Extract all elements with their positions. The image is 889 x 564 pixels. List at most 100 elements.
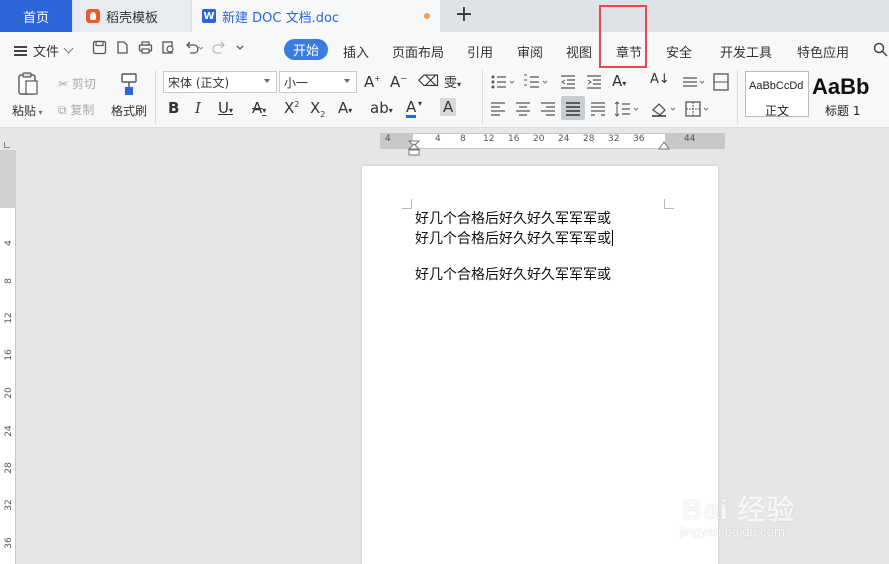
copy-label: 复制	[70, 103, 95, 117]
change-case-icon[interactable]: A▾	[612, 72, 626, 90]
menu-references[interactable]: 引用	[467, 42, 493, 61]
format-painter-button[interactable]: 格式刷	[111, 102, 147, 119]
export-pdf-icon[interactable]	[115, 40, 130, 55]
strikethrough-button[interactable]: A▾	[252, 99, 266, 117]
shading-icon[interactable]	[650, 101, 678, 117]
phonetic-guide-icon[interactable]: 雯▾	[444, 72, 461, 91]
crop-mark-left	[402, 199, 412, 209]
indent-marker-icon[interactable]	[408, 140, 420, 156]
tab-home[interactable]: 首页	[0, 0, 72, 32]
ruler-tick: 12	[4, 312, 14, 324]
ruler-tick: 20	[4, 387, 14, 399]
ruler-tick: 8	[460, 134, 466, 144]
ruler-tick: 4	[385, 134, 391, 144]
ruler-tick: 24	[558, 134, 570, 144]
ruler-tick: 28	[4, 462, 14, 474]
align-left-icon[interactable]	[490, 101, 506, 117]
cut-button[interactable]: ✂ 剪切	[58, 75, 96, 92]
format-painter-icon[interactable]	[118, 72, 140, 96]
clear-format-icon[interactable]: ⌫	[418, 72, 439, 90]
quick-access-toolbar	[92, 40, 245, 55]
ruler-tick: 16	[508, 134, 520, 144]
borders-icon[interactable]	[685, 101, 713, 117]
document-paragraph[interactable]: 好几个合格后好久好久军军军或	[415, 264, 611, 284]
right-indent-marker-icon[interactable]	[658, 140, 670, 150]
tab-document[interactable]: W 新建 DOC 文档.doc	[192, 0, 440, 32]
font-color-dropdown-icon[interactable]: ▾	[418, 99, 422, 108]
bold-button[interactable]: B	[168, 99, 179, 117]
justify-icon[interactable]	[565, 101, 581, 117]
cut-label: 剪切	[71, 77, 96, 91]
ruler-tick: 4	[4, 240, 14, 246]
bullet-list-icon[interactable]	[490, 74, 516, 90]
style-heading1-sample[interactable]: AaBb	[812, 74, 869, 100]
highlight-color-button[interactable]: ab▾	[370, 99, 393, 117]
font-size-select[interactable]: 小一	[279, 71, 357, 93]
hamburger-icon	[14, 45, 27, 56]
tab-template[interactable]: 稻壳模板	[74, 0, 190, 32]
line-spacing-icon[interactable]	[614, 101, 640, 117]
customize-toolbar-icon[interactable]	[235, 40, 245, 55]
ruler-tick: 32	[608, 134, 620, 144]
baidu-watermark-url: jingyan.baidu.com	[680, 524, 785, 539]
menu-special-apps[interactable]: 特色应用	[797, 42, 849, 61]
menu-page-layout[interactable]: 页面布局	[392, 42, 444, 61]
text-effect-button[interactable]: A▾	[338, 99, 352, 117]
menu-view[interactable]: 视图	[566, 42, 592, 61]
document-paragraph[interactable]: 好几个合格后好久好久军军军或	[415, 208, 611, 228]
copy-button[interactable]: ⧉ 复制	[58, 101, 94, 118]
style-normal-sample: AaBbCcDd	[749, 80, 804, 92]
ruler-tick: 36	[4, 537, 14, 549]
search-icon[interactable]	[873, 42, 888, 57]
menu-insert[interactable]: 插入	[343, 42, 369, 61]
underline-button[interactable]: U▾	[218, 99, 233, 117]
paste-button[interactable]: 粘贴 ▾	[12, 102, 43, 119]
ruler-tick: 28	[583, 134, 595, 144]
redo-icon[interactable]	[212, 40, 227, 55]
file-menu[interactable]: 文件	[14, 41, 74, 60]
menu-bar: 文件 开始 插入 页面布局 引用 审阅 视图 章节 安全 开发工具 特色应用	[0, 32, 889, 66]
line-spacing-settings-icon[interactable]	[682, 74, 706, 90]
document-paragraph[interactable]: 好几个合格后好久好久军军军或	[415, 228, 613, 248]
chevron-down-icon	[63, 43, 74, 54]
subscript-button[interactable]: X2	[310, 99, 325, 119]
tab-home-label: 首页	[22, 10, 49, 26]
distributed-align-icon[interactable]	[590, 101, 606, 117]
decrease-indent-icon[interactable]	[560, 74, 576, 90]
increase-indent-icon[interactable]	[586, 74, 602, 90]
style-heading1-label: 标题 1	[825, 104, 861, 118]
new-tab-button[interactable]: +	[452, 4, 476, 28]
ruler-tick: 4	[435, 134, 441, 144]
word-doc-icon: W	[202, 9, 216, 23]
superscript-button[interactable]: X2	[284, 99, 299, 117]
tab-bar: 首页 稻壳模板 W 新建 DOC 文档.doc +	[0, 0, 889, 32]
menu-security[interactable]: 安全	[666, 42, 692, 61]
text-cursor	[612, 230, 613, 246]
show-hide-marks-icon[interactable]	[713, 73, 729, 91]
decrease-font-icon[interactable]: A−	[390, 73, 407, 91]
character-shading-button[interactable]: A	[440, 98, 457, 116]
menu-start[interactable]: 开始	[284, 39, 328, 60]
ruler-tick: 44	[684, 134, 696, 144]
print-preview-icon[interactable]	[161, 40, 176, 55]
numbered-list-icon[interactable]	[523, 74, 549, 90]
undo-icon[interactable]	[184, 40, 204, 55]
sort-icon[interactable]: A↓	[650, 72, 670, 87]
baidu-watermark-logo: Bai 经验	[682, 494, 796, 525]
save-icon[interactable]	[92, 40, 107, 55]
print-icon[interactable]	[138, 40, 153, 55]
tab-document-label: 新建 DOC 文档.doc	[222, 10, 340, 26]
align-center-icon[interactable]	[515, 101, 531, 117]
font-color-button[interactable]: A	[406, 99, 417, 118]
paste-icon[interactable]	[17, 72, 39, 96]
ribbon-separator	[155, 70, 156, 124]
unsaved-dot-icon	[424, 13, 430, 19]
menu-chapter[interactable]: 章节	[616, 42, 642, 61]
font-name-select[interactable]: 宋体 (正文)	[163, 71, 277, 93]
italic-button[interactable]: I	[195, 99, 201, 117]
increase-font-icon[interactable]: A+	[364, 73, 381, 91]
vertical-ruler-margin	[0, 150, 16, 208]
align-right-icon[interactable]	[540, 101, 556, 117]
menu-developer-tools[interactable]: 开发工具	[720, 42, 772, 61]
menu-review[interactable]: 审阅	[517, 42, 543, 61]
